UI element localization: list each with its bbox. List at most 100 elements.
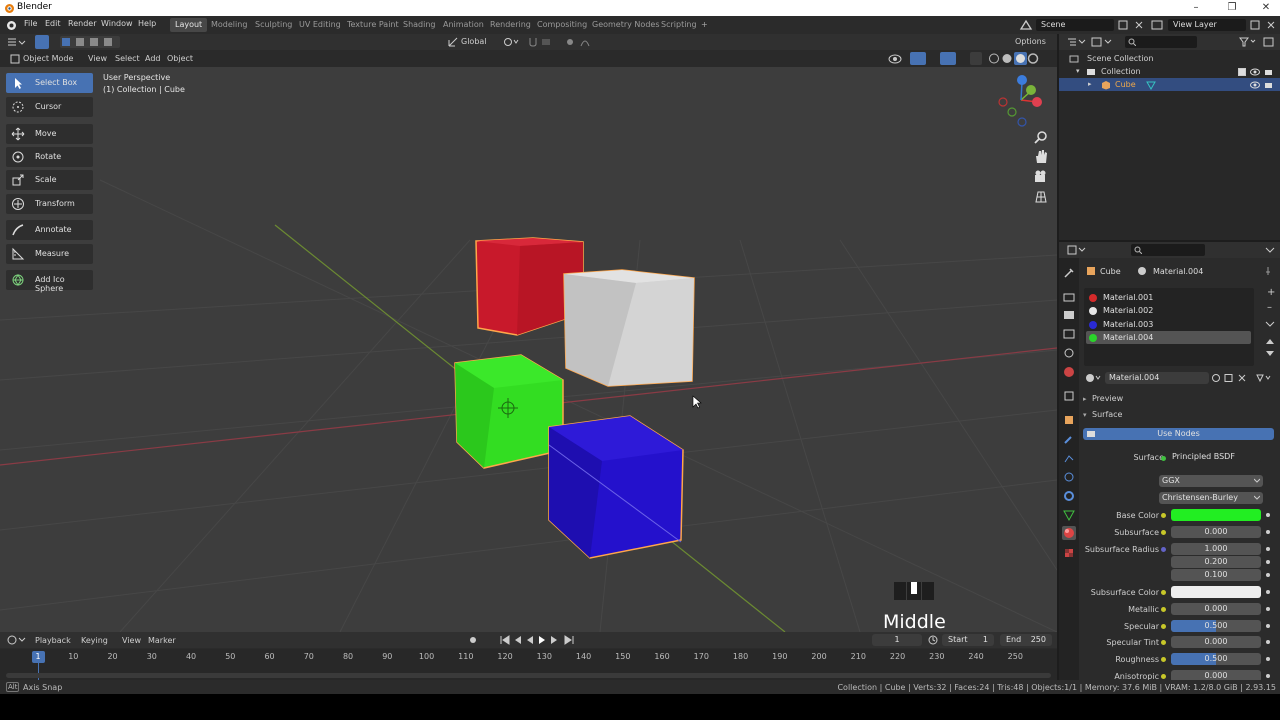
exclude-checkbox[interactable] — [1238, 68, 1246, 76]
tool-annotate[interactable]: Annotate — [6, 220, 93, 240]
options-dropdown[interactable]: Options — [1015, 37, 1046, 46]
move-slot-down-icon[interactable] — [1265, 350, 1275, 358]
outliner-row-collection[interactable]: ▾ Collection — [1059, 65, 1280, 78]
solid-shading-icon[interactable] — [1002, 54, 1012, 63]
pivot-point-icon[interactable] — [503, 37, 519, 47]
tab-sculpting[interactable]: Sculpting — [250, 18, 297, 32]
outliner-editor-icon[interactable] — [1067, 37, 1087, 47]
tool-measure[interactable]: Measure — [6, 244, 93, 264]
material-slot[interactable]: Material.004 — [1086, 331, 1251, 344]
keyframe-dot-icon[interactable] — [1266, 640, 1270, 644]
navigation-gizmo[interactable] — [995, 72, 1051, 130]
fake-user-icon[interactable] — [1212, 374, 1220, 382]
perspective-toggle-icon[interactable] — [1032, 188, 1050, 206]
preview-collapse-icon[interactable]: ▸ — [1083, 395, 1087, 403]
subsurface-method-dropdown[interactable]: Christensen-Burley — [1159, 492, 1263, 504]
3d-viewport[interactable]: User Perspective (1) Collection | Cube M… — [0, 50, 1057, 632]
view-menu[interactable]: View — [122, 636, 141, 645]
maximize-button[interactable]: ❐ — [1220, 0, 1244, 16]
surface-panel-header[interactable]: Surface — [1092, 410, 1122, 419]
keyframe-dot-icon[interactable] — [1266, 547, 1270, 551]
view-layer-icon[interactable] — [1150, 19, 1164, 31]
preview-panel-header[interactable]: Preview — [1092, 394, 1123, 403]
wireframe-shading-icon[interactable] — [989, 53, 999, 64]
physics-tab-icon[interactable] — [1062, 470, 1076, 484]
preview-range-icon[interactable] — [928, 635, 938, 645]
properties-search-input[interactable] — [1131, 244, 1205, 256]
tab-uv-editing[interactable]: UV Editing — [294, 18, 346, 32]
next-keyframe-icon[interactable] — [551, 636, 557, 644]
close-button[interactable]: ✕ — [1254, 0, 1278, 16]
particles-tab-icon[interactable] — [1062, 451, 1076, 465]
tool-rotate[interactable]: Rotate — [6, 147, 93, 167]
timeline-scrollbar[interactable] — [6, 673, 1051, 678]
material-tab-icon[interactable] — [1062, 526, 1076, 540]
scene-tab-icon[interactable] — [1062, 346, 1076, 360]
tool-cursor[interactable]: Cursor — [6, 97, 93, 117]
value-slider-field[interactable]: 0.500 — [1171, 653, 1261, 665]
current-frame-field[interactable]: 1 — [872, 634, 922, 646]
select-mode-tool-icon[interactable] — [35, 35, 49, 49]
marker-menu[interactable]: Marker — [148, 636, 176, 645]
cube-camera-icon[interactable] — [1264, 80, 1274, 90]
prev-keyframe-icon[interactable] — [513, 636, 521, 644]
pin-icon[interactable] — [1263, 266, 1273, 276]
menu-view[interactable]: View — [88, 54, 107, 63]
menu-window[interactable]: Window — [101, 19, 133, 28]
link-object-data-icon[interactable] — [1255, 373, 1273, 383]
tool-scale[interactable]: Scale — [6, 170, 93, 190]
tool-select-box[interactable]: Select Box — [6, 73, 93, 93]
value-slider-field[interactable]: 0.100 — [1171, 569, 1261, 581]
tool-add-ico-sphere[interactable]: Add Ico Sphere — [6, 270, 93, 293]
new-scene-icon[interactable] — [1118, 20, 1128, 30]
jump-end-icon[interactable] — [564, 635, 574, 645]
view-layer-field[interactable]: View Layer — [1168, 19, 1246, 31]
texture-tab-icon[interactable] — [1062, 546, 1076, 560]
timeline-ruler[interactable]: 1 10 20 30 40 50 60 70 80 90 100 110 120 130 140 150 160… — [0, 649, 1057, 680]
material-datablock-buttons[interactable] — [1211, 373, 1251, 383]
keying-menu[interactable]: Keying — [81, 636, 108, 645]
filter-icon[interactable] — [1239, 37, 1257, 47]
duplicate-material-icon[interactable] — [1224, 374, 1233, 382]
end-frame-field[interactable]: End 250 — [1000, 634, 1052, 646]
outliner-row-scene-collection[interactable]: Scene Collection — [1059, 52, 1280, 65]
tab-geometry-nodes[interactable]: Geometry Nodes — [587, 18, 664, 32]
tool-move[interactable]: Move — [6, 124, 93, 144]
blue-cube[interactable] — [548, 415, 684, 559]
keyframe-dot-icon[interactable] — [1266, 560, 1270, 564]
tab-rendering[interactable]: Rendering — [485, 18, 536, 32]
menu-object[interactable]: Object — [167, 54, 193, 63]
tab-layout[interactable]: Layout — [170, 18, 208, 32]
timeline-editor-icon[interactable] — [7, 635, 27, 645]
mode-dropdown[interactable]: Object Mode — [23, 54, 73, 63]
keyframe-dot-icon[interactable] — [1266, 607, 1270, 611]
subtract-selection-icon[interactable] — [90, 38, 98, 46]
world-tab-icon[interactable] — [1062, 365, 1076, 379]
value-slider-field[interactable]: 0.000 — [1171, 636, 1261, 648]
modifier-tab-icon[interactable] — [1062, 432, 1076, 446]
invert-selection-icon[interactable] — [104, 38, 112, 46]
pan-hand-icon[interactable] — [1032, 148, 1050, 166]
move-slot-up-icon[interactable] — [1265, 337, 1275, 345]
tab-compositing[interactable]: Compositing — [532, 18, 592, 32]
overlays-toggle-icon[interactable] — [940, 52, 956, 65]
keyframe-dot-icon[interactable] — [1266, 624, 1270, 628]
camera-view-icon[interactable] — [1032, 168, 1050, 186]
value-slider-field[interactable]: 1.000 — [1171, 543, 1261, 555]
selection-mode-buttons[interactable] — [60, 36, 120, 48]
outliner-search-input[interactable] — [1125, 36, 1197, 48]
surface-shader-field[interactable]: Principled BSDF — [1169, 451, 1261, 463]
object-tab-icon[interactable] — [1062, 413, 1076, 427]
extend-selection-icon[interactable] — [76, 38, 84, 46]
gizmo-toggle-icon[interactable] — [910, 52, 926, 65]
keyframe-dot-icon[interactable] — [1266, 530, 1270, 534]
value-slider-field[interactable]: 0.200 — [1171, 556, 1261, 568]
material-slot[interactable]: Material.001 — [1086, 291, 1251, 304]
material-slot[interactable]: Material.003 — [1086, 318, 1251, 331]
keyframe-dot-icon[interactable] — [1266, 590, 1270, 594]
snap-icon[interactable] — [527, 36, 557, 48]
keyframe-dot-icon[interactable] — [1266, 674, 1270, 678]
browse-material-icon[interactable] — [1085, 373, 1103, 383]
editor-type-icon[interactable] — [6, 36, 26, 48]
new-view-layer-icon[interactable] — [1250, 20, 1260, 30]
